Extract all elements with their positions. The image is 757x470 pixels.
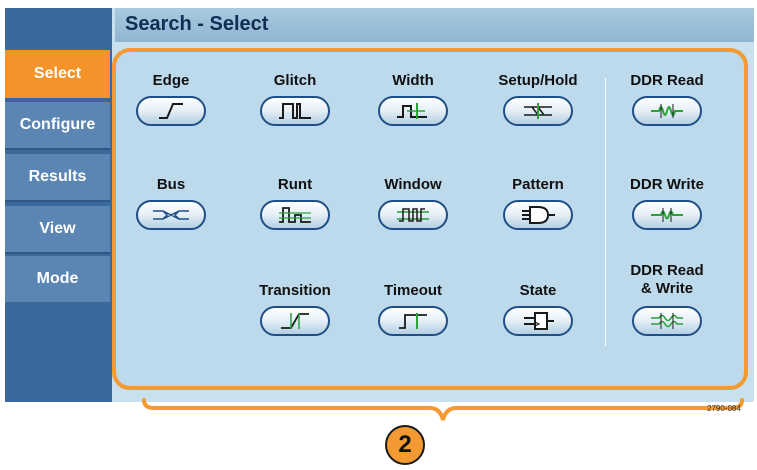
transition-label: Transition bbox=[259, 282, 331, 299]
window-button[interactable] bbox=[378, 200, 448, 230]
setup-hold-icon bbox=[524, 103, 552, 119]
glitch-label: Glitch bbox=[273, 72, 317, 89]
timeout-button[interactable] bbox=[378, 306, 448, 336]
state-label: State bbox=[519, 282, 557, 299]
figure-id: 2790-084 bbox=[707, 404, 741, 413]
nav-filler bbox=[5, 302, 110, 402]
transition-waveform-icon bbox=[281, 313, 309, 329]
logic-gate-icon bbox=[522, 206, 555, 224]
transition-button[interactable] bbox=[260, 306, 330, 336]
ddr-read-button[interactable] bbox=[632, 96, 702, 126]
ddr-write-icon bbox=[651, 208, 683, 222]
search-type-bus: Bus bbox=[111, 176, 231, 230]
width-waveform-icon bbox=[397, 103, 427, 119]
pattern-button[interactable] bbox=[503, 200, 573, 230]
window-waveform-icon bbox=[397, 208, 429, 222]
bus-label: Bus bbox=[156, 176, 186, 193]
title-bar: Search - Select bbox=[115, 8, 754, 42]
setup-hold-label: Setup/Hold bbox=[498, 72, 578, 89]
ddr-read-label: DDR Read bbox=[630, 72, 704, 89]
callout-number-badge: 2 bbox=[385, 425, 425, 465]
ddr-read-write-label-line1: DDR Read bbox=[630, 262, 704, 279]
search-type-setup-hold: Setup/Hold bbox=[478, 72, 598, 126]
search-type-runt: Runt bbox=[235, 176, 355, 230]
search-type-transition: Transition bbox=[235, 282, 355, 336]
search-type-width: Width bbox=[353, 72, 473, 126]
timeout-label: Timeout bbox=[383, 282, 443, 299]
search-type-ddr-read: DDR Read bbox=[607, 72, 727, 126]
width-button[interactable] bbox=[378, 96, 448, 126]
runt-waveform-icon bbox=[279, 207, 311, 223]
ddr-write-label: DDR Write bbox=[630, 176, 704, 193]
width-label: Width bbox=[392, 72, 434, 89]
bus-button[interactable] bbox=[136, 200, 206, 230]
search-type-glitch: Glitch bbox=[235, 72, 355, 126]
timeout-waveform-icon bbox=[399, 313, 427, 329]
search-type-edge: Edge bbox=[111, 72, 231, 126]
edge-waveform-icon bbox=[159, 103, 183, 119]
ddr-read-icon bbox=[651, 104, 683, 118]
setup-hold-button[interactable] bbox=[503, 96, 573, 126]
state-button[interactable] bbox=[503, 306, 573, 336]
ddr-write-button[interactable] bbox=[632, 200, 702, 230]
nav-item-view[interactable]: View bbox=[5, 206, 110, 254]
nav-item-select[interactable]: Select bbox=[5, 50, 110, 98]
glitch-button[interactable] bbox=[260, 96, 330, 126]
ddr-read-write-button[interactable] bbox=[632, 306, 702, 336]
window-label: Window bbox=[384, 176, 442, 193]
edge-button[interactable] bbox=[136, 96, 206, 126]
runt-button[interactable] bbox=[260, 200, 330, 230]
column-divider bbox=[605, 78, 606, 346]
nav-item-configure[interactable]: Configure bbox=[5, 102, 110, 150]
runt-label: Runt bbox=[277, 176, 313, 193]
search-type-window: Window bbox=[353, 176, 473, 230]
bus-icon bbox=[153, 210, 189, 220]
search-type-pattern: Pattern bbox=[478, 176, 598, 230]
bracket-annotation bbox=[142, 398, 744, 421]
edge-label: Edge bbox=[152, 72, 190, 89]
search-type-timeout: Timeout bbox=[353, 282, 473, 336]
window-title: Search - Select bbox=[125, 13, 269, 35]
search-type-ddr-write: DDR Write bbox=[607, 176, 727, 230]
search-type-state: State bbox=[478, 282, 598, 336]
pattern-label: Pattern bbox=[512, 176, 564, 193]
ddr-read-write-label-line2: & Write bbox=[640, 280, 694, 297]
nav-item-mode[interactable]: Mode bbox=[5, 256, 110, 304]
state-flipflop-icon bbox=[524, 312, 554, 330]
ddr-read-write-icon bbox=[651, 313, 683, 329]
search-type-ddr-read-write: DDR Read & Write bbox=[607, 262, 727, 336]
glitch-waveform-icon bbox=[279, 103, 311, 119]
nav-item-results[interactable]: Results bbox=[5, 154, 110, 202]
